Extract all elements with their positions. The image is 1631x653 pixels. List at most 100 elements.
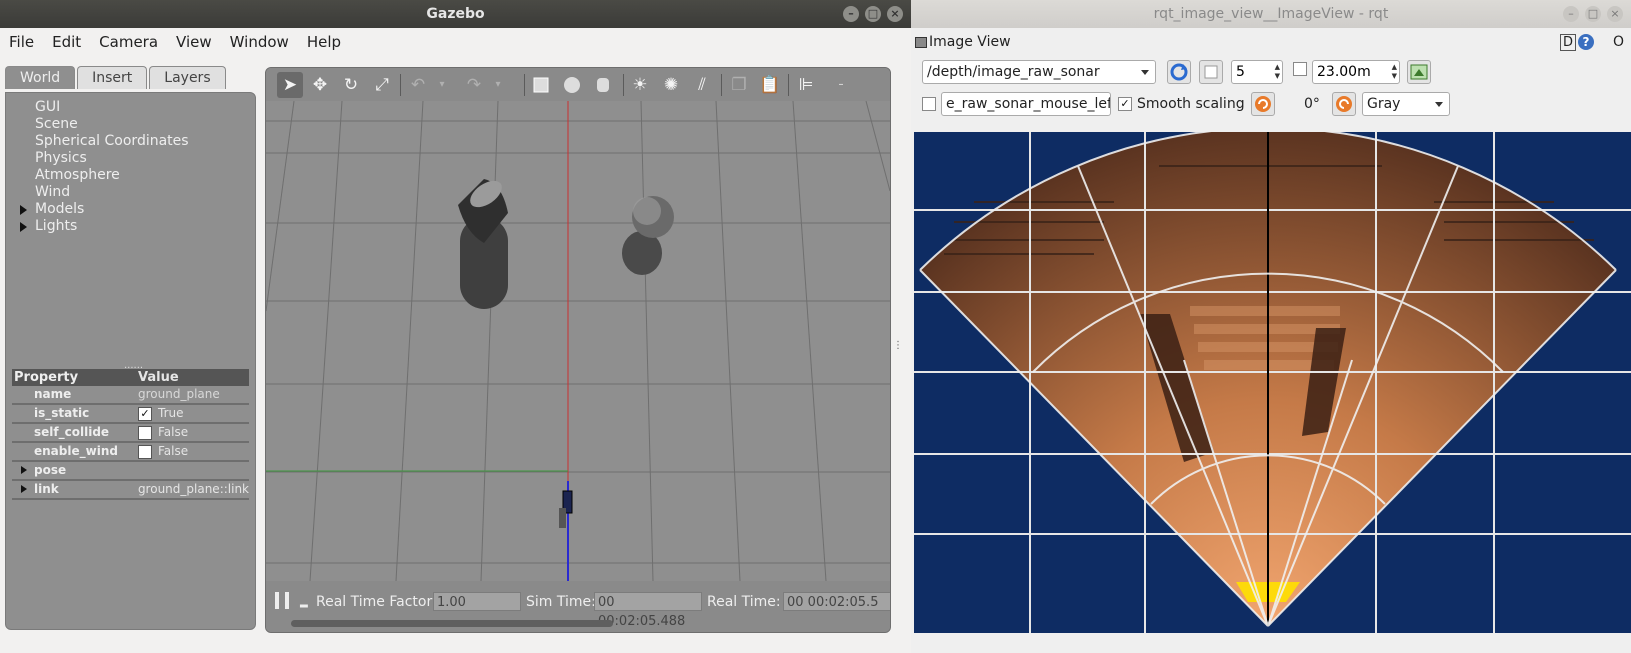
enable-wind-checkbox[interactable]: [138, 444, 152, 459]
prop-value: False: [158, 425, 189, 439]
tree-item-scene[interactable]: Scene: [14, 116, 189, 133]
minimize-button[interactable]: –: [1563, 6, 1579, 22]
tab-world[interactable]: World: [5, 66, 76, 89]
spinbox-arrows-icon[interactable]: ▲ ▼: [1392, 63, 1397, 81]
toolbar-overflow-icon[interactable]: –: [831, 75, 851, 95]
prop-row-name[interactable]: name ground_plane: [12, 386, 249, 405]
expand-arrow-icon[interactable]: [20, 222, 27, 232]
redo-icon[interactable]: ↷: [464, 75, 484, 95]
rotate-left-icon: [1255, 96, 1271, 112]
prop-row-self-collide[interactable]: self_collide False: [12, 424, 249, 443]
smooth-scaling-checkbox[interactable]: ✓: [1118, 97, 1132, 111]
close-button[interactable]: ×: [887, 6, 903, 22]
is-static-checkbox[interactable]: ✓: [138, 406, 152, 421]
zoom-icon: [1204, 65, 1218, 79]
dock-button[interactable]: D: [1560, 34, 1577, 51]
save-image-icon: [1410, 64, 1428, 80]
plugin-title: Image View: [929, 34, 1011, 50]
zoom-1-button[interactable]: [1199, 60, 1223, 84]
spot-light-icon[interactable]: ✺: [661, 75, 681, 95]
sim-time-label: Sim Time:: [526, 594, 596, 610]
menu-camera[interactable]: Camera: [90, 33, 167, 51]
expand-arrow-icon[interactable]: [21, 466, 27, 474]
menu-help[interactable]: Help: [298, 33, 350, 51]
tree-item-gui[interactable]: GUI: [14, 99, 189, 116]
sim-time-field: 00 00:02:05.488: [594, 592, 702, 629]
help-icon[interactable]: ?: [1578, 34, 1594, 50]
step-icon[interactable]: ▂: [300, 597, 308, 608]
tree-item-spherical-coordinates[interactable]: Spherical Coordinates: [14, 133, 189, 150]
max-range-checkbox[interactable]: [1293, 62, 1307, 76]
scale-icon[interactable]: ⤢: [372, 75, 392, 95]
close-plugin-button[interactable]: O: [1613, 34, 1624, 50]
spinbox-arrows-icon[interactable]: ▲ ▼: [1275, 63, 1280, 81]
expand-arrow-icon[interactable]: [20, 205, 27, 215]
splitter-handle-icon[interactable]: ⋮: [893, 340, 903, 351]
menu-view[interactable]: View: [167, 33, 221, 51]
window-controls: – □ ×: [843, 6, 903, 22]
undo-dropdown-icon[interactable]: ▾: [432, 75, 452, 95]
close-button[interactable]: ×: [1607, 6, 1623, 22]
mouse-topic-value: e_raw_sonar_mouse_left: [946, 96, 1111, 112]
maximize-button[interactable]: □: [1585, 6, 1601, 22]
point-light-icon[interactable]: ☀: [630, 75, 650, 95]
tree-item-models[interactable]: Models: [14, 201, 189, 218]
box-shape-icon[interactable]: [531, 75, 551, 95]
mouse-topic-input[interactable]: e_raw_sonar_mouse_left: [941, 92, 1111, 116]
maximize-button[interactable]: □: [865, 6, 881, 22]
prop-row-enable-wind[interactable]: enable_wind False: [12, 443, 249, 462]
tree-item-atmosphere[interactable]: Atmosphere: [14, 167, 189, 184]
tree-item-physics[interactable]: Physics: [14, 150, 189, 167]
num-gridlines-spinbox[interactable]: 5 ▲ ▼: [1231, 60, 1283, 84]
select-arrow-icon[interactable]: ➤: [277, 72, 303, 98]
refresh-button[interactable]: [1167, 60, 1191, 84]
world-tree: GUI Scene Spherical Coordinates Physics …: [14, 99, 189, 235]
menu-window[interactable]: Window: [221, 33, 298, 51]
prop-row-is-static[interactable]: is_static ✓ True: [12, 405, 249, 424]
cylinder-shape-icon[interactable]: [593, 75, 613, 95]
rqt-titlebar: rqt_image_view__ImageView - rqt – □ ×: [911, 0, 1631, 28]
tab-insert[interactable]: Insert: [77, 66, 148, 89]
directional-light-icon[interactable]: ⫽: [692, 75, 712, 95]
undo-icon[interactable]: ↶: [408, 75, 428, 95]
colormap-value: Gray: [1367, 96, 1401, 112]
rotate-left-button[interactable]: [1251, 92, 1275, 116]
self-collide-checkbox[interactable]: [138, 425, 152, 440]
rqt-window: rqt_image_view__ImageView - rqt – □ × Im…: [911, 0, 1631, 653]
prop-row-link[interactable]: link ground_plane::link: [12, 481, 249, 500]
prop-row-pose[interactable]: pose: [12, 462, 249, 481]
toolbar-row-2: e_raw_sonar_mouse_left ✓ Smooth scaling …: [911, 88, 1631, 122]
colormap-select[interactable]: Gray: [1362, 92, 1450, 116]
pause-icon[interactable]: [275, 592, 289, 609]
rotate-icon[interactable]: ↻: [341, 75, 361, 95]
window-title: Gazebo: [426, 6, 485, 22]
render-viewport: ➤ ✥ ↻ ⤢ ↶ ▾ ↷ ▾ ☀ ✺ ⫽ ❐ 📋 ⊫ – ▂ Real Tim…: [265, 67, 891, 633]
tree-item-lights[interactable]: Lights: [14, 218, 189, 235]
rotate-right-button[interactable]: [1332, 92, 1356, 116]
menu-edit[interactable]: Edit: [43, 33, 90, 51]
rtf-label: Real Time Factor:: [316, 594, 437, 610]
redo-dropdown-icon[interactable]: ▾: [488, 75, 508, 95]
prop-value: ground_plane: [138, 387, 220, 401]
tree-item-wind[interactable]: Wind: [14, 184, 189, 201]
sonar-image[interactable]: [914, 132, 1631, 633]
translate-icon[interactable]: ✥: [310, 75, 330, 95]
menu-file[interactable]: File: [0, 33, 43, 51]
3d-scene[interactable]: [266, 101, 890, 581]
topic-select[interactable]: /depth/image_raw_sonar: [922, 60, 1156, 84]
max-range-spinbox[interactable]: 23.00m ▲ ▼: [1312, 60, 1400, 84]
gazebo-titlebar: Gazebo – □ ×: [0, 0, 911, 28]
chevron-down-icon: [1435, 102, 1443, 107]
rotate-right-icon: [1336, 96, 1352, 112]
sphere-shape-icon[interactable]: [562, 75, 582, 95]
paste-icon[interactable]: 📋: [759, 75, 780, 95]
tab-layers[interactable]: Layers: [149, 66, 226, 89]
expand-arrow-icon[interactable]: [21, 485, 27, 493]
publish-click-checkbox[interactable]: [922, 97, 936, 111]
copy-icon[interactable]: ❐: [729, 75, 749, 95]
prop-label: link: [34, 482, 59, 496]
minimize-button[interactable]: –: [843, 6, 859, 22]
horizontal-scrollbar[interactable]: [291, 620, 613, 627]
save-image-button[interactable]: [1407, 60, 1431, 84]
align-icon[interactable]: ⊫: [796, 75, 816, 95]
